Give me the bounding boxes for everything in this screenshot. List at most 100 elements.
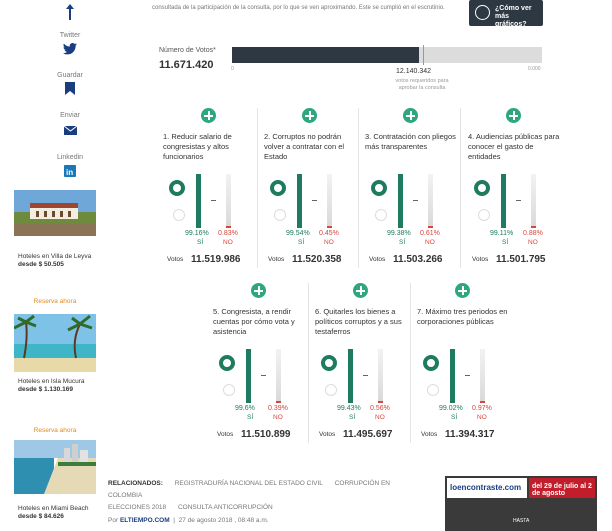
si-bar — [196, 174, 201, 228]
question-title: 5. Congresista, a rendir cuentas por cóm… — [213, 307, 295, 336]
no-label: NO — [477, 414, 487, 421]
ad-title: Hoteles en Miami Beach — [18, 505, 89, 512]
no-bar — [276, 401, 281, 403]
no-bar-track — [531, 174, 536, 228]
share-label: Linkedin — [56, 154, 84, 161]
no-label: NO — [375, 414, 385, 421]
ad-caption[interactable]: Hoteles en Miami Beach desde $ 84.626 — [18, 505, 102, 521]
si-percent: 99.6% — [235, 405, 255, 412]
no-label: NO — [528, 239, 538, 246]
no-label: NO — [324, 239, 334, 246]
no-bar-track — [276, 349, 281, 403]
expand-plus-icon[interactable] — [302, 108, 317, 123]
dash-divider — [363, 375, 368, 376]
share-twitter[interactable]: Twitter — [30, 32, 110, 60]
no-label: NO — [425, 239, 435, 246]
ad-title: Hoteles en Villa de Leyva — [18, 253, 92, 260]
promo-banner[interactable]: loencontraste.com del 29 de julio al 2 d… — [445, 476, 597, 531]
ring-icon — [371, 180, 387, 196]
no-percent: 0.56% — [370, 405, 390, 412]
no-bar — [428, 226, 433, 228]
threshold-marker — [423, 45, 424, 65]
dash-divider — [516, 200, 521, 201]
question-card: 5. Congresista, a rendir cuentas por cóm… — [213, 283, 313, 448]
expand-plus-icon[interactable] — [403, 108, 418, 123]
no-bar-track — [378, 349, 383, 403]
ring-icon — [423, 355, 439, 371]
expand-plus-icon[interactable] — [455, 283, 470, 298]
votes-word: Votos — [421, 431, 438, 438]
question-title: 4. Audiencias públicas para conocer el g… — [468, 132, 560, 161]
si-label: SÍ — [349, 414, 356, 421]
si-label: SÍ — [399, 239, 406, 246]
si-bar — [450, 349, 455, 403]
si-label: SÍ — [247, 414, 254, 421]
votes-progress-fill — [232, 47, 419, 63]
share-top[interactable] — [30, 4, 110, 25]
si-percent: 99.11% — [490, 230, 514, 237]
ad-image-isla-mucura[interactable] — [14, 314, 96, 372]
related-tags: RELACIONADOS: REGISTRADURÍA NACIONAL DEL… — [108, 478, 408, 514]
no-percent: 0.97% — [472, 405, 492, 412]
share-save[interactable]: Guardar — [30, 72, 110, 100]
related-tag[interactable]: ELECCIONES 2018 — [108, 504, 166, 511]
book-now-link[interactable]: Reserva ahora — [14, 427, 96, 434]
placeholder-icon — [427, 384, 439, 396]
bookmark-icon — [65, 82, 75, 100]
byline-source[interactable]: ELTIEMPO.COM — [120, 517, 170, 524]
placeholder-icon — [325, 384, 337, 396]
expand-plus-icon[interactable] — [201, 108, 216, 123]
votes-count: 11.503.266 — [393, 254, 443, 265]
expand-plus-icon[interactable] — [251, 283, 266, 298]
dash-divider — [413, 200, 418, 201]
votes-word: Votos — [472, 256, 489, 263]
si-bar — [297, 174, 302, 228]
ad-price: desde $ 84.626 — [18, 513, 64, 520]
votes-total: 11.671.420 — [159, 59, 214, 71]
votes-count: 11.520.358 — [292, 254, 342, 265]
ring-icon — [169, 180, 185, 196]
si-label: SÍ — [298, 239, 305, 246]
ad-title: Hoteles en Isla Mucura — [18, 378, 85, 385]
votes-progress-bar — [232, 45, 542, 65]
share-linkedin[interactable]: Linkedin in — [30, 154, 110, 182]
question-title: 7. Máximo tres periodos en corporaciones… — [417, 307, 508, 326]
linkedin-icon: in — [64, 164, 76, 182]
related-tag[interactable]: REGISTRADURÍA NACIONAL DEL ESTADO CIVIL — [175, 480, 323, 487]
promo-brand: loencontraste.com — [447, 478, 527, 498]
share-email[interactable]: Enviar — [30, 112, 110, 140]
no-bar-track — [428, 174, 433, 228]
threshold-text: votos requeridos para aprobar la consult… — [395, 78, 449, 91]
dash-divider — [261, 375, 266, 376]
placeholder-icon — [274, 209, 286, 221]
more-graphics-button[interactable]: ¿Cómo ver más gráficos? — [469, 0, 543, 28]
ad-image-miami-beach[interactable] — [14, 440, 96, 494]
related-heading: RELACIONADOS: — [108, 480, 163, 487]
si-percent: 99.43% — [337, 405, 361, 412]
expand-plus-icon[interactable] — [353, 283, 368, 298]
question-card: 2. Corruptos no podrán volver a contrata… — [264, 108, 364, 273]
votes-count: 11.519.986 — [191, 254, 241, 265]
question-icon — [475, 5, 490, 20]
question-title: 6. Quitarles los bienes a políticos corr… — [315, 307, 402, 336]
si-percent: 99.16% — [185, 230, 209, 237]
promo-dates: del 29 de julio al 2 de agosto — [529, 478, 595, 498]
votes-label: Número de Votos* — [159, 47, 216, 54]
ad-price: desde $ 1.130.169 — [18, 386, 73, 393]
expand-plus-icon[interactable] — [506, 108, 521, 123]
ad-caption[interactable]: Hoteles en Villa de Leyva desde $ 50.505 — [18, 253, 102, 269]
ad-image-villa-de-leyva[interactable] — [14, 190, 96, 236]
promo-sub: HASTA — [513, 518, 530, 524]
bar-end-label: 0.000 — [528, 66, 541, 72]
related-tag[interactable]: CONSULTA ANTICORRUPCIÓN — [178, 504, 273, 511]
si-bar — [501, 174, 506, 228]
no-bar-track — [480, 349, 485, 403]
question-card: 7. Máximo tres periodos en corporaciones… — [417, 283, 517, 448]
book-now-link[interactable]: Reserva ahora — [14, 298, 96, 305]
placeholder-icon — [173, 209, 185, 221]
question-card: 6. Quitarles los bienes a políticos corr… — [315, 283, 415, 448]
share-label: Enviar — [60, 112, 80, 119]
si-bar — [246, 349, 251, 403]
dash-divider — [211, 200, 216, 201]
ad-caption[interactable]: Hoteles en Isla Mucura desde $ 1.130.169 — [18, 378, 102, 394]
